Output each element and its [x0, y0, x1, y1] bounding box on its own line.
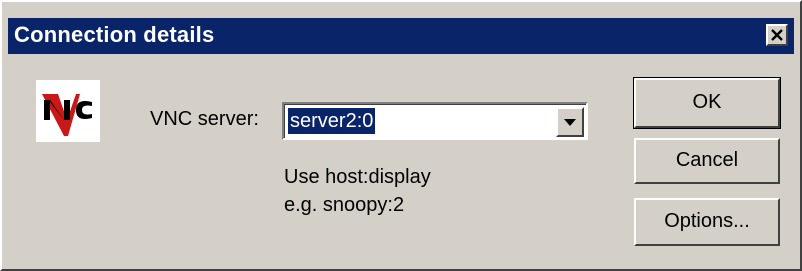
title-bar[interactable]: Connection details — [8, 18, 794, 54]
hint-line-1: Use host:display — [284, 166, 431, 188]
hint-line-2: e.g. snoopy:2 — [284, 194, 405, 216]
vnc-server-combobox[interactable]: server2:0 — [282, 102, 588, 140]
dialog-title: Connection details — [14, 22, 215, 47]
dropdown-button[interactable] — [556, 107, 584, 137]
connection-dialog: Connection details VNC server: server2:0 — [0, 0, 802, 271]
vnc-server-label: VNC server: — [150, 108, 259, 130]
cancel-button[interactable]: Cancel — [634, 138, 780, 184]
ok-button[interactable]: OK — [633, 77, 781, 129]
combobox-frame: server2:0 — [284, 104, 586, 138]
close-button[interactable] — [766, 24, 788, 46]
vnc-server-value[interactable]: server2:0 — [288, 108, 376, 134]
chevron-down-icon — [564, 119, 576, 126]
options-button[interactable]: Options... — [634, 198, 780, 246]
close-icon — [771, 29, 783, 41]
vnc-logo — [36, 80, 100, 142]
